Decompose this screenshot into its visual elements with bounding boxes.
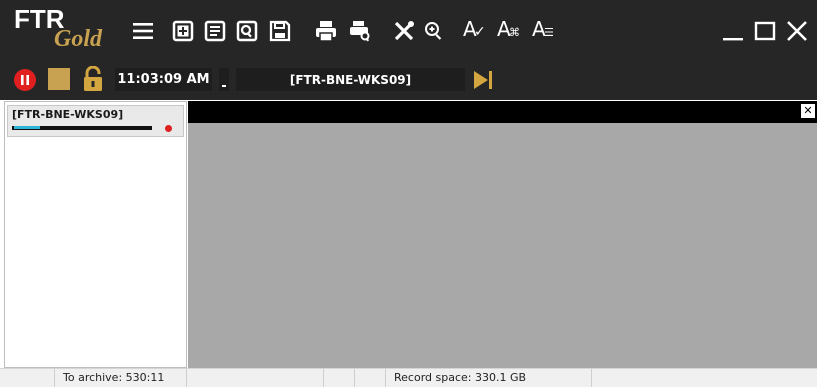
zoom-button[interactable] [422,19,446,43]
save-icon [269,20,291,42]
title-bar: FTR Gold A ✓ A ⌘ A ☰ [0,0,817,62]
menu-button[interactable] [131,19,155,43]
main-content-area: ✕ [188,101,817,368]
print-button[interactable] [314,19,338,43]
pause-record-button[interactable] [13,68,37,92]
spellcheck-button[interactable]: A ✓ [463,17,486,41]
close-button[interactable] [784,18,810,44]
list-symbol: ☰ [544,26,554,39]
status-record-space: Record space: 330.1 GB [386,369,592,387]
tools-icon [394,21,414,41]
maximize-button[interactable] [752,18,778,44]
minimize-icon [723,38,743,41]
search-document-icon [236,20,258,42]
stop-button[interactable] [48,68,70,90]
command-symbol: ⌘ [509,26,520,39]
skip-forward-button[interactable] [471,68,495,92]
close-icon [787,21,807,41]
print-preview-button[interactable] [348,19,372,43]
status-cell-empty-1 [0,369,55,387]
add-record-icon [172,20,194,42]
checkmark-icon: ✓ [474,24,486,40]
status-cell-empty-2 [187,369,324,387]
level-meter-fill [14,126,40,129]
status-cell-empty-4 [355,369,386,387]
add-record-button[interactable] [171,19,195,43]
menu-icon [133,23,153,39]
save-button[interactable] [268,19,292,43]
unlock-icon [84,65,102,91]
print-icon [316,21,336,42]
search-document-button[interactable] [235,19,259,43]
text-list-button[interactable]: A ☰ [532,17,554,41]
tools-button[interactable] [392,19,416,43]
time-display: 11:03:09 AM [115,68,212,91]
status-cell-empty-3 [324,369,355,387]
logo-gold: Gold [54,26,102,52]
skip-forward-icon [474,71,492,89]
print-preview-icon [350,21,370,42]
notes-icon [204,20,226,42]
recording-indicator-icon [165,125,172,132]
minimize-button[interactable] [720,18,746,44]
status-bar: To archive: 530:11 Record space: 330.1 G… [0,368,817,387]
text-format-button[interactable]: A ⌘ [497,17,520,41]
channel-display[interactable]: [FTR-BNE-WKS09] [236,68,465,91]
notes-button[interactable] [203,19,227,43]
status-to-archive: To archive: 530:11 [55,369,187,387]
channel-list-panel: [FTR-BNE-WKS09] [4,101,187,368]
time-separator [219,68,229,91]
channel-item-label: [FTR-BNE-WKS09] [12,108,124,121]
lock-button[interactable] [82,65,104,92]
main-header-strip: ✕ [188,101,817,123]
zoom-icon [425,22,442,40]
maximize-icon [754,21,776,41]
app-logo: FTR Gold [14,4,104,58]
panel-close-icon[interactable]: ✕ [801,104,815,118]
channel-item[interactable]: [FTR-BNE-WKS09] [7,105,184,137]
pause-icon [14,69,36,91]
